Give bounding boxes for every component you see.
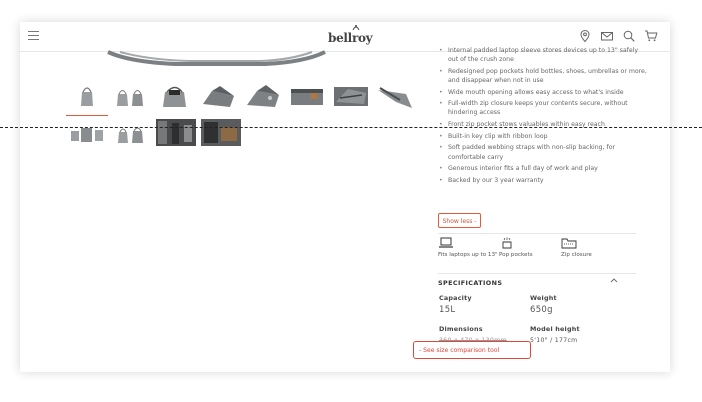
divider [438, 273, 636, 274]
feature-pop-pockets: Pop pockets [499, 237, 559, 259]
features-bullet-list: Internal padded laptop sleeve stores dev… [439, 46, 649, 185]
thumbnail-5[interactable] [244, 82, 282, 109]
feature-zip-closure: Zip closure [561, 237, 621, 259]
feature-bullet: Generous interior fits a full day of wor… [439, 164, 649, 173]
thumbnail-11[interactable] [156, 119, 196, 146]
spec-model-height: Model height 5'10" / 177cm [530, 325, 580, 344]
feature-bullet: Internal padded laptop sleeve stores dev… [439, 46, 649, 64]
thumbnail-6[interactable] [288, 82, 326, 109]
feature-laptop: Fits laptops up to 13" [438, 237, 498, 259]
thumbnail-7[interactable] [332, 82, 370, 109]
thumbnail-4[interactable] [200, 82, 238, 109]
features-panel: Internal padded laptop sleeve stores dev… [439, 46, 649, 188]
thumbnail-9[interactable] [68, 119, 106, 146]
thumbnail-8[interactable] [376, 82, 414, 109]
thumbnail-2[interactable] [112, 82, 150, 109]
feature-bullet: Wide mouth opening allows easy access to… [439, 88, 649, 97]
size-comparison-link[interactable]: - See size comparison tool [413, 341, 531, 359]
pop-pocket-icon [502, 237, 512, 249]
dashed-guide-line [0, 127, 702, 128]
specifications-heading[interactable]: SPECIFICATIONS [438, 279, 502, 287]
logo-mark-icon [352, 25, 360, 31]
main-product-image[interactable] [90, 32, 340, 84]
thumbnail-1[interactable] [66, 82, 108, 116]
search-icon[interactable] [622, 29, 636, 43]
feature-bullet: Soft padded webbing straps with non-slip… [439, 143, 649, 161]
mail-icon[interactable] [600, 29, 614, 43]
feature-bullet: Full-width zip closure keeps your conten… [439, 99, 649, 117]
thumbnail-10[interactable] [112, 119, 150, 146]
cart-icon[interactable] [644, 29, 658, 43]
chevron-up-icon[interactable] [610, 277, 618, 283]
thumbnail-12[interactable] [201, 119, 241, 146]
divider [438, 233, 636, 234]
menu-icon[interactable] [28, 31, 39, 40]
spec-weight: Weight 650g [530, 294, 557, 315]
thumbnail-3[interactable] [156, 82, 194, 109]
page-window: bellroy • Internal padded laptop sleeve … [20, 22, 670, 372]
location-pin-icon[interactable] [578, 29, 592, 43]
spec-capacity: Capacity 15L [439, 294, 472, 315]
feature-bullet: Redesigned pop pockets hold bottles, sho… [439, 67, 649, 85]
show-less-button[interactable]: Show less - [438, 213, 481, 228]
feature-bullet: Built-in key clip with ribbon loop [439, 132, 649, 141]
zip-closure-icon [561, 238, 577, 249]
laptop-icon [439, 237, 453, 248]
feature-bullet: Backed by our 3 year warranty [439, 176, 649, 185]
